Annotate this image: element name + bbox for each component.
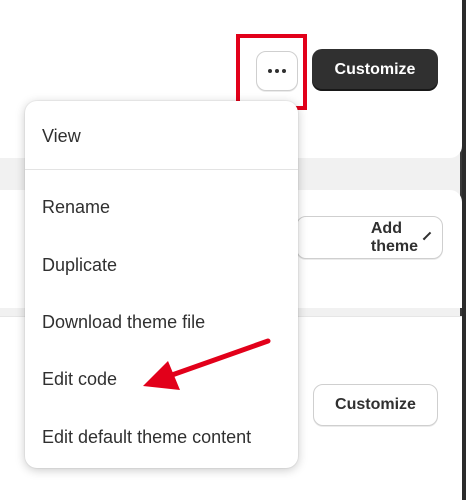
actions-menu: View Rename Duplicate Download theme fil… [25, 101, 298, 468]
menu-separator [25, 169, 298, 170]
more-actions-button[interactable] [256, 51, 298, 91]
menu-item-view[interactable]: View [42, 126, 81, 147]
customize-theme-button[interactable]: Customize [313, 384, 438, 426]
chevron-down-icon [422, 231, 432, 240]
add-theme-button[interactable]: Add theme [296, 216, 443, 259]
menu-item-duplicate[interactable]: Duplicate [42, 255, 117, 276]
menu-item-download-theme-file[interactable]: Download theme file [42, 312, 205, 333]
menu-item-rename[interactable]: Rename [42, 197, 110, 218]
menu-item-edit-default-theme-content[interactable]: Edit default theme content [42, 427, 251, 448]
menu-item-edit-code[interactable]: Edit code [42, 369, 117, 390]
add-theme-label: Add theme [370, 219, 418, 255]
customize-button[interactable]: Customize [312, 49, 438, 91]
ellipsis-icon [268, 69, 286, 73]
